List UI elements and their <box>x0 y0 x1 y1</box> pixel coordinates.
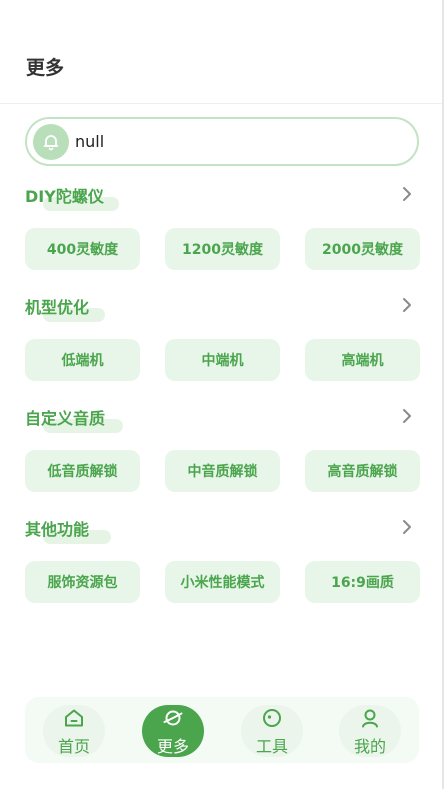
tab-label: 工具 <box>255 737 288 756</box>
sensitivity-2000-button[interactable]: 2000灵敏度 <box>305 228 420 270</box>
low-audio-unlock-button[interactable]: 低音质解锁 <box>25 450 140 492</box>
tab-more[interactable]: 更多 <box>142 705 204 757</box>
bottom-tab-bar: 首页 更多 工具 我的 <box>25 697 419 763</box>
high-audio-unlock-button[interactable]: 高音质解锁 <box>305 450 420 492</box>
aspect-16-9-button[interactable]: 16:9画质 <box>305 561 420 603</box>
low-end-device-button[interactable]: 低端机 <box>25 339 140 381</box>
section-header-device-optimization[interactable]: 机型优化 <box>25 294 419 322</box>
sensitivity-1200-button[interactable]: 1200灵敏度 <box>165 228 280 270</box>
tab-label: 首页 <box>57 737 90 756</box>
notice-bar[interactable]: null <box>25 117 419 166</box>
user-icon <box>359 708 381 732</box>
home-icon <box>63 708 85 732</box>
section-header-custom-audio[interactable]: 自定义音质 <box>25 405 419 433</box>
section-header-diy-gyro[interactable]: DIY陀螺仪 <box>25 183 419 211</box>
tab-mine[interactable]: 我的 <box>339 705 401 757</box>
xiaomi-performance-button[interactable]: 小米性能模式 <box>165 561 280 603</box>
tab-home[interactable]: 首页 <box>43 705 105 757</box>
chevron-right-icon[interactable] <box>401 408 413 428</box>
tool-icon <box>261 708 283 732</box>
mid-audio-unlock-button[interactable]: 中音质解锁 <box>165 450 280 492</box>
section-title: 其他功能 <box>25 520 90 539</box>
mid-end-device-button[interactable]: 中端机 <box>165 339 280 381</box>
chevron-right-icon[interactable] <box>401 519 413 539</box>
bell-icon <box>33 124 69 160</box>
tab-label: 更多 <box>156 737 189 756</box>
sensitivity-400-button[interactable]: 400灵敏度 <box>25 228 140 270</box>
header: 更多 <box>0 0 442 104</box>
tab-tools[interactable]: 工具 <box>241 705 303 757</box>
more-page: 更多 null DIY陀螺仪 400灵敏度 1200灵敏度 2000灵敏度 机型… <box>0 0 444 789</box>
tab-label: 我的 <box>353 737 386 756</box>
planet-icon <box>162 708 184 732</box>
outfit-pack-button[interactable]: 服饰资源包 <box>25 561 140 603</box>
section-title: 自定义音质 <box>25 409 106 428</box>
high-end-device-button[interactable]: 高端机 <box>305 339 420 381</box>
page-title: 更多 <box>26 57 65 79</box>
section-title: DIY陀螺仪 <box>25 187 104 206</box>
section-header-other-features[interactable]: 其他功能 <box>25 516 419 544</box>
chevron-right-icon[interactable] <box>401 297 413 317</box>
chevron-right-icon[interactable] <box>401 186 413 206</box>
section-title: 机型优化 <box>25 298 90 317</box>
notice-text: null <box>75 132 105 151</box>
